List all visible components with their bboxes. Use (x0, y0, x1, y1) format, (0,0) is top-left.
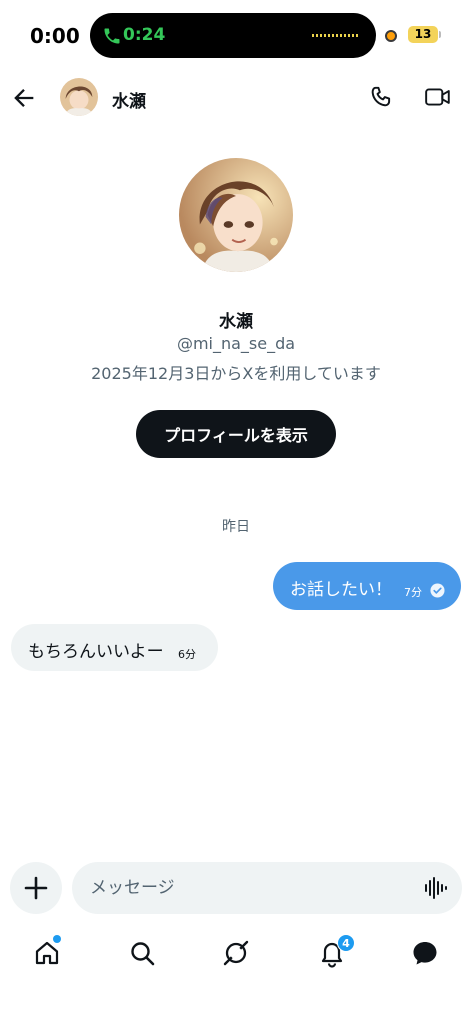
status-bar: 0:00 0:24 13 (0, 0, 472, 70)
profile-name: 水瀬 (219, 312, 253, 332)
add-attachment-button[interactable] (10, 862, 62, 914)
received-message[interactable]: もちろんいいよー 6分 (11, 624, 218, 671)
bottom-navigation (0, 930, 472, 980)
profile-avatar[interactable] (179, 158, 293, 272)
call-timer: 0:24 (123, 25, 166, 45)
phone-icon[interactable] (368, 84, 394, 110)
read-check-icon (430, 583, 445, 598)
voice-message-icon[interactable] (422, 875, 448, 901)
mic-indicator-icon (385, 30, 397, 42)
back-arrow-icon[interactable] (10, 84, 38, 112)
call-pill[interactable]: 0:24 (90, 13, 376, 58)
message-input[interactable] (90, 862, 410, 914)
header-name[interactable]: 水瀬 (112, 87, 146, 112)
profile-joined-date: 2025年12月3日からXを利用しています (91, 364, 381, 383)
battery-level: 13 (414, 27, 432, 41)
avatar-image (60, 78, 98, 116)
sent-message[interactable]: お話したい！ 7分 (273, 562, 461, 610)
battery-tip (439, 31, 441, 38)
status-time: 0:00 (30, 24, 80, 48)
header-avatar[interactable] (60, 78, 98, 116)
profile-handle: @mi_na_se_da (176, 334, 296, 353)
plus-icon (24, 876, 48, 900)
avatar-image (179, 158, 293, 272)
conversation-header: 水瀬 (0, 72, 472, 124)
message-text: お話したい！ (290, 580, 392, 600)
search-icon[interactable] (127, 938, 157, 968)
call-phone-icon (104, 28, 120, 44)
date-separator: 昨日 (222, 519, 250, 535)
notification-badge: 4 (337, 934, 355, 952)
battery-icon: 13 (408, 26, 438, 43)
message-text: もちろんいいよー (28, 642, 164, 662)
view-profile-button[interactable]: プロフィールを表示 (136, 410, 336, 458)
message-time: 6分 (178, 648, 196, 661)
home-unread-dot (53, 935, 61, 943)
audio-wave-icon (312, 34, 360, 37)
message-composer (72, 862, 462, 914)
message-time: 7分 (404, 586, 422, 599)
video-camera-icon[interactable] (424, 84, 452, 110)
grok-icon[interactable] (221, 938, 251, 968)
messages-icon[interactable] (410, 938, 440, 968)
